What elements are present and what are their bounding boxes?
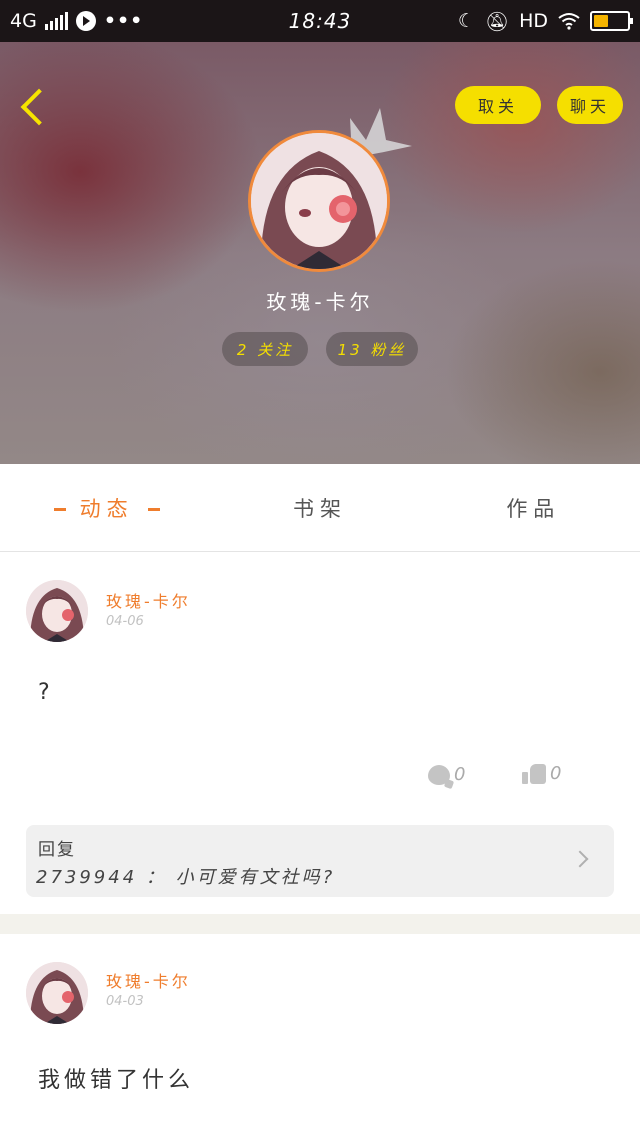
tab-bookshelf[interactable]: 书架 [213, 493, 426, 523]
post-author-avatar[interactable] [26, 580, 88, 642]
chat-button[interactable]: 聊天 [557, 86, 623, 124]
post-divider [0, 914, 640, 934]
wifi-icon [558, 13, 580, 30]
profile-header: 取关 聊天 玫瑰-卡尔 2 关注 13 粉丝 [0, 42, 640, 464]
post-card[interactable]: 玫瑰-卡尔 04-03 我做错了什么 [0, 934, 640, 1138]
tab-activity[interactable]: 动态 [0, 493, 213, 523]
post-text: ? [38, 680, 54, 705]
mute-bell-icon: 🔕︎ [484, 10, 510, 33]
moon-icon: ☾ [457, 10, 475, 32]
unfollow-button[interactable]: 取关 [455, 86, 541, 124]
post-date: 04-03 [106, 994, 144, 1009]
reply-preview[interactable]: 回复 2739944 ： 小可爱有文社吗? [26, 825, 614, 897]
battery-icon [590, 11, 633, 31]
signal-icon [44, 12, 68, 30]
post-card[interactable]: 玫瑰-卡尔 04-06 ? 0 0 回复 2739944 ： 小可爱有文社吗? [0, 552, 640, 914]
avatar-image [26, 580, 88, 642]
hd-badge: HD [519, 10, 548, 32]
reply-text: 2739944 ： 小可爱有文社吗? [36, 867, 336, 888]
post-text: 我做错了什么 [38, 1068, 195, 1093]
comment-count: 0 [454, 764, 466, 785]
post-author-avatar[interactable] [26, 962, 88, 1024]
like-button[interactable]: 0 [522, 762, 561, 784]
tab-works-label: 作品 [506, 496, 561, 521]
tab-indicator-right [147, 508, 160, 511]
tab-works[interactable]: 作品 [427, 493, 640, 523]
post-author-name[interactable]: 玫瑰-卡尔 [106, 588, 191, 612]
post-author-name[interactable]: 玫瑰-卡尔 [106, 968, 191, 992]
avatar-image [251, 133, 387, 269]
tab-bookshelf-label: 书架 [292, 496, 347, 521]
tab-indicator-left [53, 508, 66, 511]
network-type: 4G [10, 10, 37, 32]
tab-activity-label: 动态 [79, 496, 134, 521]
profile-username: 玫瑰-卡尔 [266, 290, 374, 314]
more-dots-icon: ••• [103, 10, 144, 32]
reply-label: 回复 [38, 840, 76, 860]
status-bar: 4G ••• 18:43 ☾ 🔕︎ HD [0, 0, 640, 42]
comment-button[interactable]: 0 [428, 764, 465, 785]
following-count-chip[interactable]: 2 关注 [222, 332, 308, 366]
like-count: 0 [550, 762, 562, 784]
profile-tabs: 动态 书架 作品 [0, 464, 640, 552]
fans-count-chip[interactable]: 13 粉丝 [326, 332, 418, 366]
comment-icon [428, 764, 450, 785]
post-date: 04-06 [106, 614, 144, 629]
back-button[interactable] [16, 84, 56, 130]
chevron-right-icon [571, 850, 589, 868]
media-play-icon [75, 11, 96, 31]
avatar-image [26, 962, 88, 1024]
thumbs-up-icon [522, 762, 546, 784]
profile-avatar[interactable] [248, 130, 390, 272]
